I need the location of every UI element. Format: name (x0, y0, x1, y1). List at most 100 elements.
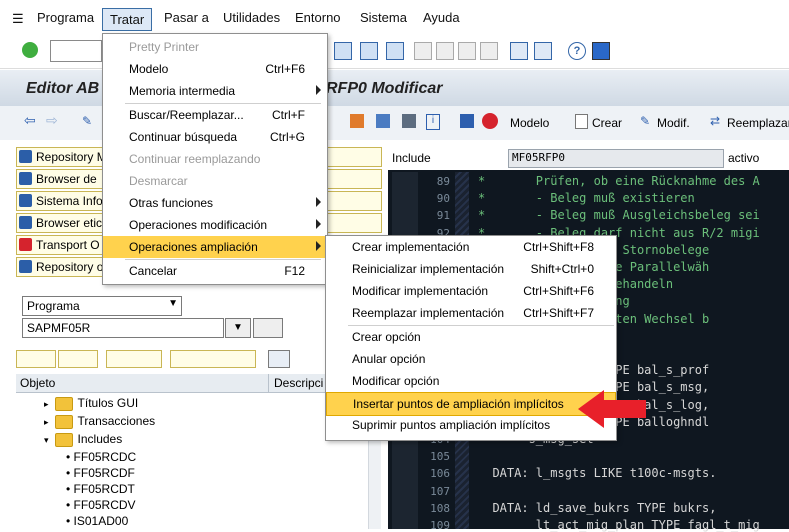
menu-item-pretty-printer[interactable]: Pretty Printer (103, 36, 327, 58)
menu-item-reemplazar-implementacion[interactable]: Reemplazar implementación Ctrl+Shift+F7 (326, 302, 616, 324)
tree-close-icon[interactable] (268, 350, 290, 368)
menu-item-suprimir-puntos-ampliacion[interactable]: Suprimir puntos ampliación implícitos (326, 414, 616, 436)
enter-icon[interactable] (22, 42, 38, 58)
tree-forward-button[interactable] (58, 350, 98, 368)
tree-item-includes[interactable]: ▾ Includes (44, 432, 122, 447)
menu-tratar[interactable]: Tratar (102, 8, 153, 31)
menu-utilidades[interactable]: Utilidades (223, 10, 280, 25)
menu-item-continuar-reemplazando[interactable]: Continuar reemplazando (103, 148, 327, 170)
forward-icon[interactable]: ⇨ (46, 113, 60, 127)
reemplazar-button[interactable]: Reemplazar (727, 116, 789, 130)
command-field[interactable] (50, 40, 102, 62)
menu-item-reinicializar-implementacion[interactable]: Reinicializar implementación Shift+Ctrl+0 (326, 258, 616, 280)
object-name-value: SAPMF05R (27, 321, 91, 335)
tree-item-include[interactable]: • IS01AD00 (66, 514, 128, 528)
menu-item-operaciones-ampliacion[interactable]: Operaciones ampliación (103, 236, 327, 258)
shortcut-icon[interactable] (534, 42, 552, 60)
menu-icon[interactable]: ☰ (12, 11, 24, 27)
chevron-down-icon: ▼ (168, 298, 178, 309)
nav-label: Browser etic (36, 216, 103, 230)
menu-sistema[interactable]: Sistema (360, 10, 407, 25)
modelo-button[interactable]: Modelo (510, 116, 549, 130)
page-title-suffix: RFP0 Modificar (326, 80, 443, 97)
find-next-icon[interactable] (386, 42, 404, 60)
new-session-icon[interactable] (510, 42, 528, 60)
where-used-icon[interactable] (376, 114, 390, 128)
back-icon[interactable]: ⇦ (24, 113, 38, 127)
menu-item-desmarcar[interactable]: Desmarcar (103, 170, 327, 192)
code-line[interactable]: DATA: l_msgts LIKE t100c-msgts. (478, 466, 716, 480)
info-system-icon (19, 194, 32, 207)
tree-back-button[interactable] (16, 350, 56, 368)
object-list-icon[interactable] (402, 114, 416, 128)
info-icon[interactable]: i (426, 114, 440, 130)
menu-item-memoria-intermedia[interactable]: Memoria intermedia (103, 80, 327, 102)
menu-item-continuar-busqueda[interactable]: Continuar búsqueda Ctrl+G (103, 126, 327, 148)
display-glasses-icon[interactable] (253, 318, 283, 338)
print-icon[interactable] (334, 42, 352, 60)
menu-item-modelo[interactable]: Modelo Ctrl+F6 (103, 58, 327, 80)
first-page-icon[interactable] (414, 42, 432, 60)
pencil-icon: ✎ (640, 114, 651, 128)
menu-item-cancelar[interactable]: Cancelar F12 (103, 260, 327, 282)
nav-label: Browser de (36, 172, 97, 186)
menu-pasar-a[interactable]: Pasar a (164, 10, 209, 25)
tree-item-include[interactable]: • FF05RCDV (66, 498, 136, 512)
menu-item-buscar-reemplazar[interactable]: Buscar/Reemplazar... Ctrl+F (103, 104, 327, 126)
code-line[interactable]: * - Beleg muß Ausgleichsbeleg sei (478, 208, 760, 222)
code-line[interactable]: * - Beleg muß existieren (478, 191, 695, 205)
tree-favorites-button[interactable] (170, 350, 256, 368)
include-label: Include (392, 151, 431, 165)
menu-item-operaciones-modificacion[interactable]: Operaciones modificación (103, 214, 327, 236)
menu-programa[interactable]: Programa (37, 10, 94, 25)
code-line[interactable]: lt_act_mig_plan TYPE fagl_t_mig (478, 518, 760, 532)
object-type-select[interactable]: Programa ▼ (22, 296, 182, 316)
line-number: 89 (436, 175, 450, 188)
folder-open-icon (54, 432, 73, 447)
menu-item-otras-funciones[interactable]: Otras funciones (103, 192, 327, 214)
column-divider (268, 374, 269, 392)
tree-label: Transacciones (77, 414, 156, 428)
menu-ayuda[interactable]: Ayuda (423, 10, 460, 25)
menu-item-crear-implementacion[interactable]: Crear implementación Ctrl+Shift+F8 (326, 236, 616, 258)
modif-button[interactable]: Modif. (657, 116, 690, 130)
transport-icon (19, 238, 32, 251)
stop-icon[interactable] (482, 113, 498, 129)
line-number: 109 (430, 519, 450, 532)
menu-item-anular-opcion[interactable]: Anular opción (326, 348, 616, 370)
hierarchy-icon[interactable] (350, 114, 364, 128)
nav-label: Repository o (36, 260, 104, 274)
menu-item-crear-opcion[interactable]: Crear opción (326, 326, 616, 348)
tree-item-transacciones[interactable]: ▸ Transacciones (44, 414, 155, 429)
red-arrow-annotation (578, 390, 646, 428)
tree-item-include[interactable]: • FF05RCDF (66, 466, 135, 480)
col-descripcion: Descripci (274, 376, 324, 390)
next-page-icon[interactable] (458, 42, 476, 60)
dropdown-button[interactable]: ▼ (225, 318, 251, 338)
menu-entorno[interactable]: Entorno (295, 10, 341, 25)
include-name-value: MF05RFP0 (512, 151, 565, 164)
object-name-input[interactable]: SAPMF05R (22, 318, 224, 338)
other-object-icon[interactable]: ✎ (82, 114, 96, 128)
crear-button[interactable]: Crear (592, 116, 622, 130)
last-page-icon[interactable] (480, 42, 498, 60)
find-icon[interactable] (360, 42, 378, 60)
prev-page-icon[interactable] (436, 42, 454, 60)
line-number: 108 (430, 502, 450, 515)
help-icon[interactable]: ? (568, 42, 586, 60)
line-number: 90 (436, 192, 450, 205)
folder-icon (54, 414, 73, 429)
tree-label: FF05RCDF (73, 466, 135, 480)
display-object-icon[interactable] (460, 114, 474, 128)
menu-item-modificar-opcion[interactable]: Modificar opción (326, 370, 616, 392)
tree-item-include[interactable]: • FF05RCDT (66, 482, 135, 496)
tree-item-include[interactable]: • FF05RCDC (66, 450, 136, 464)
tree-collapse-button[interactable] (106, 350, 162, 368)
code-line[interactable]: DATA: ld_save_bukrs TYPE bukrs, (478, 501, 716, 515)
tree-item-titulos-gui[interactable]: ▸ Títulos GUI (44, 396, 138, 411)
menu-item-insertar-puntos-ampliacion[interactable]: Insertar puntos de ampliación implícitos (326, 392, 616, 416)
code-line[interactable]: * Prüfen, ob eine Rücknahme des A (478, 174, 760, 188)
menu-item-modificar-implementacion[interactable]: Modificar implementación Ctrl+Shift+F6 (326, 280, 616, 302)
include-name-field: MF05RFP0 (508, 149, 724, 168)
layout-icon[interactable] (592, 42, 610, 60)
